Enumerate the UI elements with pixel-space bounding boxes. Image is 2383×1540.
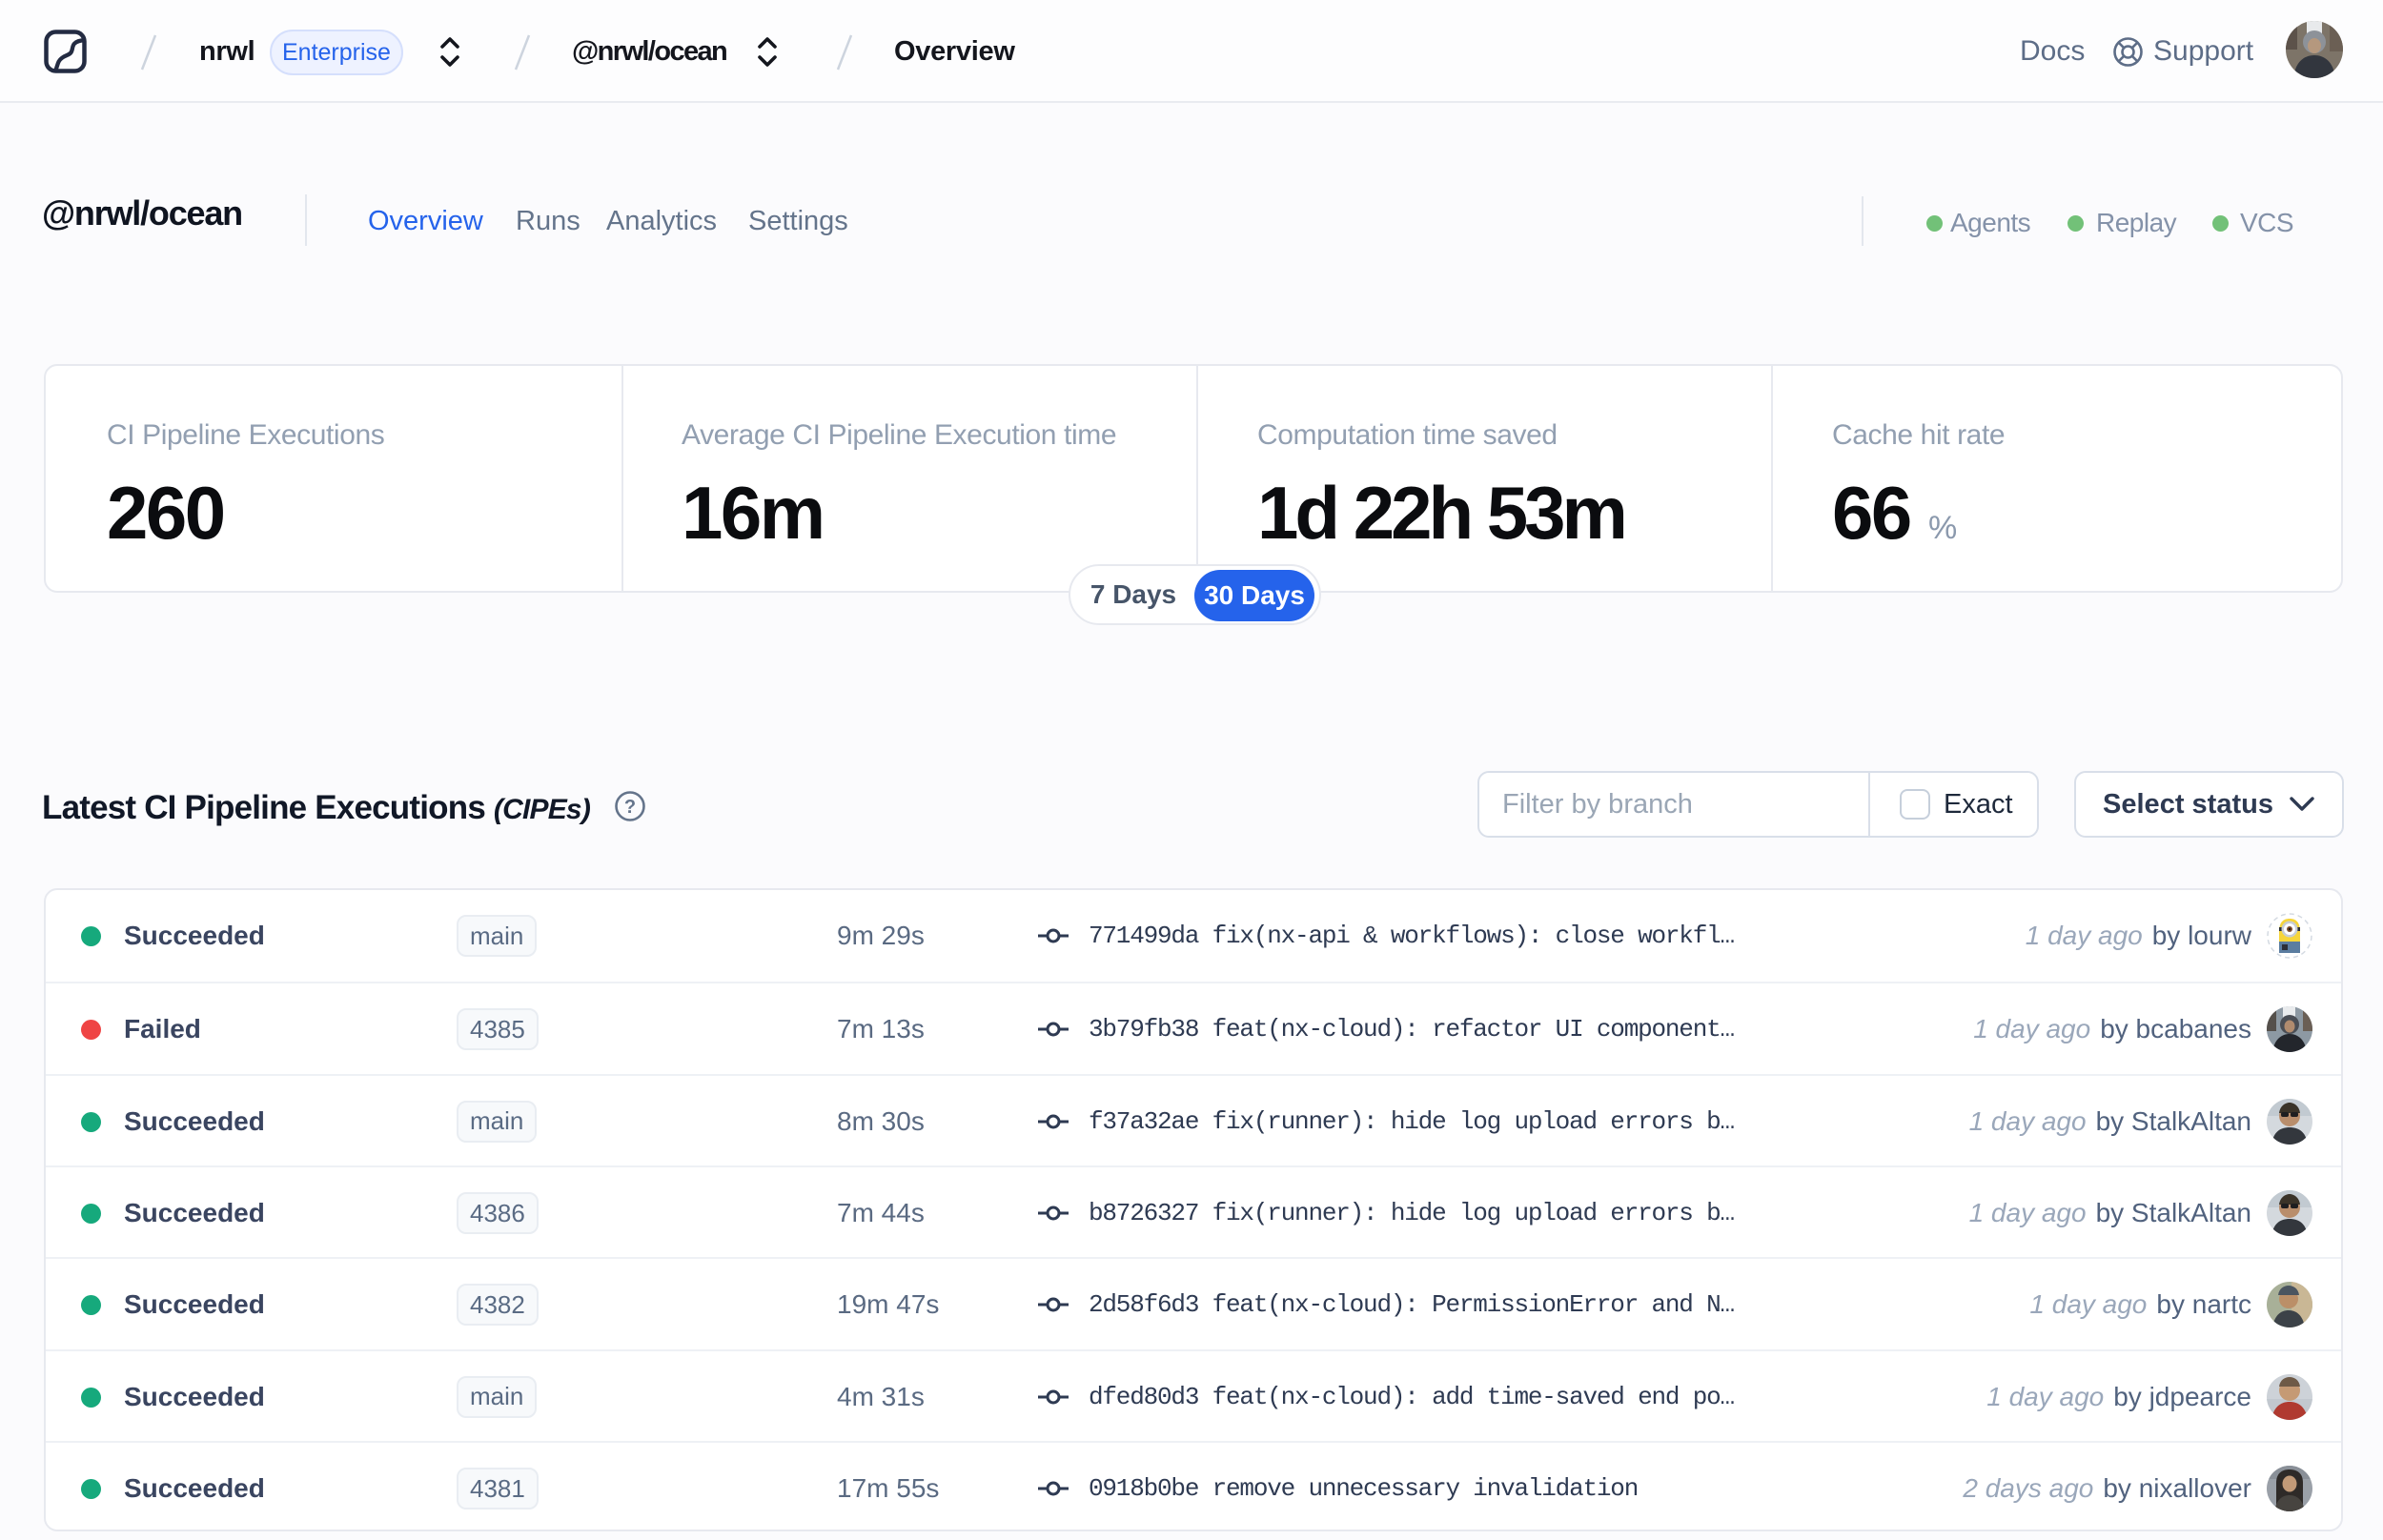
svg-text:?: ? xyxy=(624,797,636,818)
